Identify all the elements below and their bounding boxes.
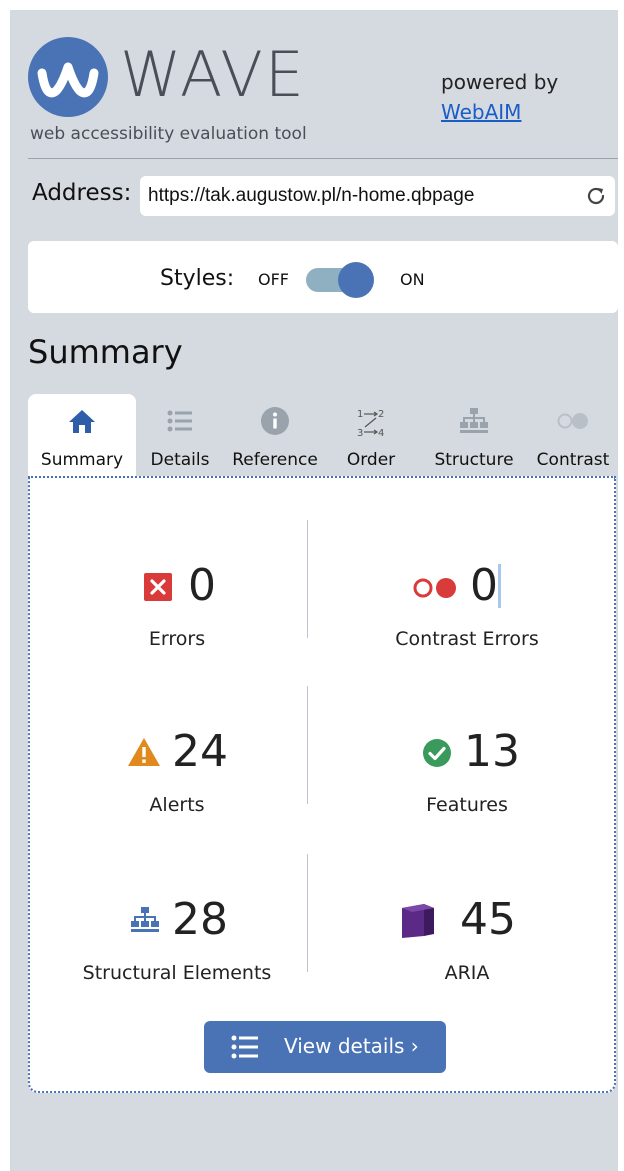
errors-count: 0 — [188, 560, 216, 611]
structure-icon — [128, 905, 162, 939]
svg-text:4: 4 — [378, 428, 384, 439]
contrast-errors-count: 0 — [470, 560, 498, 611]
features-count: 13 — [464, 726, 520, 777]
errors-label: Errors — [148, 628, 206, 650]
header-divider — [28, 158, 618, 159]
structural-elements-label: Structural Elements — [82, 962, 272, 984]
address-field-box — [140, 176, 615, 216]
aria-label: ARIA — [444, 962, 490, 984]
summary-panel: 0 Errors 0 Contrast Errors 24 Alerts 13 … — [28, 476, 616, 1093]
error-icon — [143, 572, 173, 606]
order-icon: 1 2 3 4 — [354, 406, 388, 444]
styles-off-label: OFF — [258, 270, 289, 289]
tab-label: Summary — [40, 450, 124, 470]
tab-label: Structure — [434, 450, 514, 470]
text-cursor — [498, 564, 501, 608]
tagline: web accessibility evaluation tool — [30, 124, 307, 144]
feature-icon — [422, 738, 452, 772]
styles-toggle-switch[interactable] — [338, 262, 374, 298]
tab-contrast[interactable]: Contrast — [530, 394, 616, 478]
tab-details[interactable]: Details — [136, 394, 224, 478]
styles-label: Styles: — [160, 266, 235, 291]
wave-sidebar-panel: WAVE web accessibility evaluation tool p… — [10, 10, 618, 1171]
alerts-label: Alerts — [149, 794, 205, 816]
wave-logo-text: WAVE — [120, 38, 306, 111]
tab-label: Order — [346, 450, 396, 470]
webaim-link[interactable]: WebAIM — [441, 100, 521, 124]
list-icon — [230, 1034, 260, 1063]
tab-order[interactable]: 1 2 3 4 Order — [326, 394, 416, 478]
powered-by-text: powered by — [441, 70, 559, 94]
aria-count: 45 — [460, 894, 516, 945]
contrast-icon — [556, 406, 590, 440]
alerts-stat[interactable]: 24 Alerts — [42, 724, 312, 824]
home-icon — [67, 406, 97, 440]
address-label: Address: — [32, 180, 132, 206]
structural-elements-stat[interactable]: 28 Structural Elements — [42, 892, 312, 992]
alert-icon — [127, 736, 161, 772]
alerts-count: 24 — [172, 726, 228, 777]
tab-label: Details — [150, 450, 210, 470]
features-stat[interactable]: 13 Features — [332, 724, 602, 824]
features-label: Features — [426, 794, 508, 816]
aria-stat[interactable]: 45 ARIA — [332, 892, 602, 992]
structural-elements-count: 28 — [172, 894, 228, 945]
tab-bar: Summary Details Reference 1 2 3 4 Order … — [28, 394, 618, 478]
svg-text:1: 1 — [357, 409, 363, 420]
reload-icon[interactable] — [584, 184, 608, 208]
tab-reference[interactable]: Reference — [224, 394, 326, 478]
svg-text:3: 3 — [357, 428, 363, 439]
svg-text:2: 2 — [378, 409, 384, 420]
tab-summary[interactable]: Summary — [28, 394, 136, 478]
contrast-error-icon — [412, 575, 464, 605]
wave-logo-icon — [28, 37, 108, 117]
contrast-errors-label: Contrast Errors — [395, 628, 539, 650]
address-input[interactable] — [148, 176, 568, 216]
list-icon — [165, 406, 195, 440]
contrast-errors-stat[interactable]: 0 Contrast Errors — [332, 558, 602, 658]
tab-structure[interactable]: Structure — [426, 394, 522, 478]
view-details-label: View details › — [284, 1034, 419, 1058]
tab-label: Reference — [232, 450, 318, 470]
errors-stat[interactable]: 0 Errors — [42, 558, 312, 658]
aria-icon — [398, 902, 438, 944]
view-details-button[interactable]: View details › — [204, 1021, 446, 1073]
tab-label: Contrast — [536, 450, 610, 470]
section-title: Summary — [28, 333, 183, 371]
styles-on-label: ON — [400, 270, 425, 289]
structure-icon — [459, 406, 489, 440]
styles-toggle-box: Styles: OFF ON — [28, 241, 618, 313]
info-icon — [260, 406, 290, 440]
